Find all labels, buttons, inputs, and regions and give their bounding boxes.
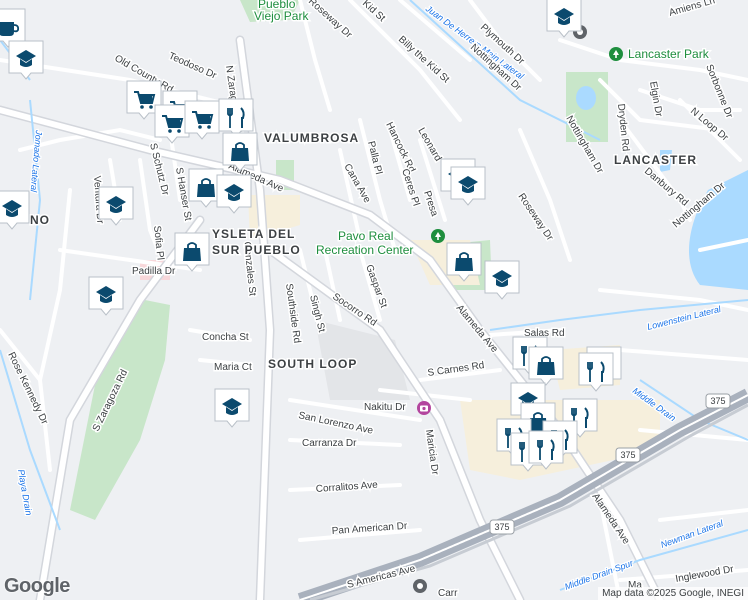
shopping-bag-icon[interactable] <box>174 232 210 272</box>
restaurant-icon[interactable] <box>578 352 614 392</box>
google-logo: Google <box>4 575 70 597</box>
shopping-cart-icon[interactable] <box>154 104 190 144</box>
camera-icon[interactable] <box>417 401 431 415</box>
street-label: Nakitu Dr <box>364 402 406 413</box>
highway-shield-label: 375 <box>710 396 725 406</box>
park-label: Lancaster Park <box>628 47 710 61</box>
school-icon[interactable] <box>98 186 134 226</box>
street-label: Padilla Dr <box>132 266 176 277</box>
highway-shield: 375 <box>615 447 641 463</box>
landmark-icon[interactable] <box>413 579 427 593</box>
shopping-cart-icon[interactable] <box>184 100 220 140</box>
map-canvas[interactable]: 375 375 375 Juan De Herrera Main Lateral… <box>0 0 748 600</box>
street-label: Concha St <box>202 332 249 343</box>
school-icon[interactable] <box>0 190 30 230</box>
pond-lancaster <box>576 86 596 110</box>
school-icon[interactable] <box>216 174 252 214</box>
school-icon[interactable] <box>88 276 124 316</box>
shopping-bag-icon[interactable] <box>528 346 564 386</box>
neighborhood-label: SOUTH LOOP <box>268 357 357 371</box>
restaurant-icon[interactable] <box>218 98 254 138</box>
school-icon[interactable] <box>484 260 520 300</box>
school-icon[interactable] <box>450 166 486 206</box>
street-label: Carr <box>438 588 458 599</box>
highway-shield: 375 <box>705 393 731 409</box>
neighborhood-label: VALUMBROSA <box>264 131 359 145</box>
school-icon[interactable] <box>214 388 250 428</box>
school-icon[interactable] <box>8 40 44 80</box>
highway-shield: 375 <box>489 519 515 535</box>
park-label: Recreation Center <box>316 243 413 257</box>
park-label: Viejo Park <box>254 9 309 23</box>
neighborhood-label: YSLETA DEL <box>212 227 295 241</box>
neighborhood-label: NO <box>30 213 50 227</box>
street-label: Carranza Dr <box>302 438 357 449</box>
map-attribution[interactable]: Map data ©2025 Google, INEGI <box>598 587 748 600</box>
shopping-bag-icon[interactable] <box>222 132 258 172</box>
restaurant-icon[interactable] <box>528 430 564 470</box>
street-label: Maria Ct <box>214 362 252 373</box>
shopping-bag-icon[interactable] <box>446 242 482 282</box>
neighborhood-label: LANCASTER <box>614 153 697 167</box>
highway-shield-label: 375 <box>494 522 509 532</box>
park-label: Pavo Real <box>338 229 393 243</box>
highway-shield-label: 375 <box>620 450 635 460</box>
recreation-icon[interactable] <box>431 229 445 243</box>
school-icon[interactable] <box>546 0 582 38</box>
neighborhood-label: SUR PUEBLO <box>212 243 301 257</box>
park-icon[interactable] <box>609 47 623 61</box>
